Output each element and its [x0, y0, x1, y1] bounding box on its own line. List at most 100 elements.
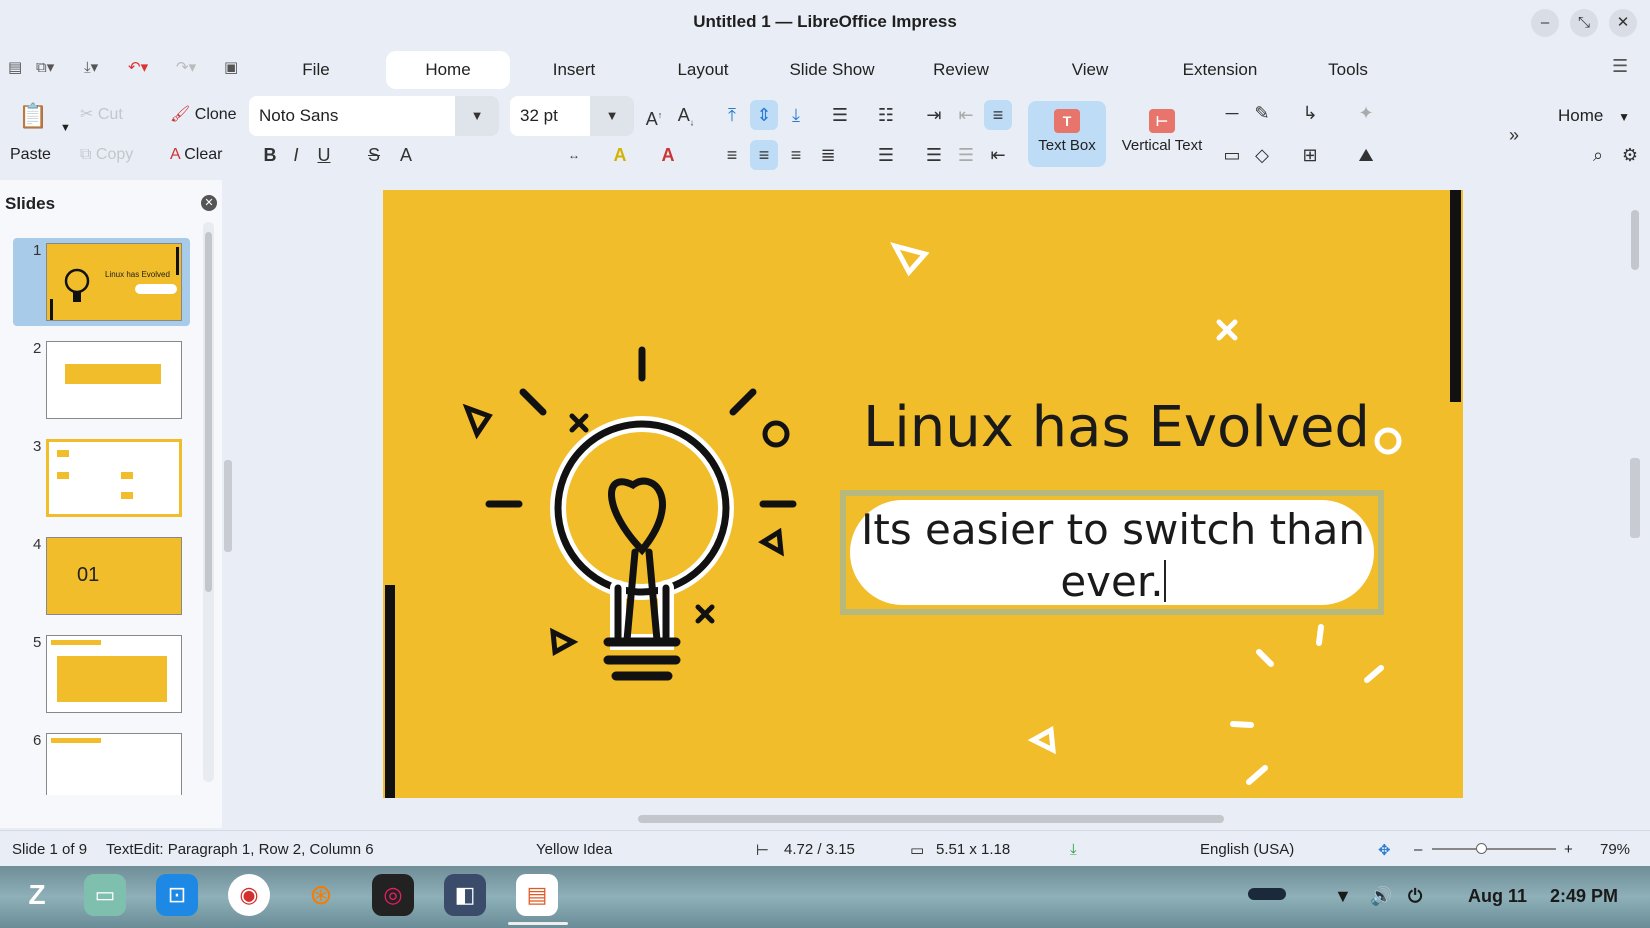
expand-toolbar-icon[interactable]: »: [1500, 120, 1528, 150]
sidebar-splitter[interactable]: [1630, 458, 1640, 538]
slide-thumb-5[interactable]: 5: [13, 630, 190, 718]
volume-icon[interactable]: 🔊: [1370, 886, 1392, 907]
italic-icon[interactable]: I: [282, 140, 310, 170]
clear-button[interactable]: A Clear: [170, 146, 222, 164]
master-slide-name[interactable]: Yellow Idea: [536, 841, 612, 858]
close-icon[interactable]: ✕: [201, 195, 217, 211]
store-app-icon[interactable]: ⊡: [156, 874, 198, 916]
impress-app-icon[interactable]: ▤: [516, 874, 558, 916]
zorin-menu-icon[interactable]: Z: [16, 874, 58, 916]
text-box-button[interactable]: T Text Box: [1028, 101, 1106, 167]
shadow-icon[interactable]: A: [392, 140, 420, 170]
numbering-icon[interactable]: ☷: [872, 100, 900, 130]
diamond-icon[interactable]: ◇: [1248, 140, 1276, 170]
curve-icon[interactable]: ✎: [1248, 98, 1276, 128]
files-app-icon[interactable]: ▭: [84, 874, 126, 916]
blender-app-icon[interactable]: ⊛: [300, 874, 342, 916]
slide-thumb-3[interactable]: 3: [13, 434, 190, 522]
menu-icon[interactable]: ☰: [1612, 56, 1628, 77]
vertical-scrollbar[interactable]: [1628, 180, 1642, 820]
power-icon[interactable]: ⏻: [1408, 886, 1422, 907]
align-right-icon[interactable]: ≡: [782, 140, 810, 170]
align-middle-icon[interactable]: ⇕: [750, 100, 778, 130]
paste-button[interactable]: Paste: [10, 146, 51, 164]
strikethrough-icon[interactable]: S: [360, 140, 388, 170]
slide-thumb-2[interactable]: 2: [13, 336, 190, 424]
wrap-icon[interactable]: ≡: [984, 100, 1012, 130]
close-button[interactable]: ✕: [1609, 9, 1637, 37]
time-label[interactable]: 2:49 PM: [1550, 886, 1618, 907]
wifi-icon[interactable]: ▼: [1334, 886, 1352, 907]
minimize-button[interactable]: –: [1531, 9, 1559, 37]
clone-button[interactable]: 🖌 Clone: [170, 104, 237, 124]
connector-icon[interactable]: ↳: [1296, 98, 1324, 128]
undo-icon[interactable]: ↶▾: [128, 58, 148, 76]
pane-splitter[interactable]: [224, 460, 232, 552]
table-icon[interactable]: ⊞: [1296, 140, 1324, 170]
underline-icon[interactable]: U: [310, 140, 338, 170]
camera-app-icon[interactable]: ◎: [372, 874, 414, 916]
home-dropdown[interactable]: Home ▼: [1558, 106, 1630, 126]
tab-review[interactable]: Review: [922, 51, 1000, 89]
slide-canvas[interactable]: Linux has Evolved Its easier to switch t…: [383, 190, 1463, 798]
justify-icon[interactable]: ≣: [814, 140, 842, 170]
tab-layout[interactable]: Layout: [660, 51, 746, 89]
fit-slide-icon[interactable]: ✥: [1378, 841, 1391, 859]
tab-slide-show[interactable]: Slide Show: [778, 51, 886, 89]
horizontal-scrollbar[interactable]: [638, 815, 1224, 823]
zoom-out-icon[interactable]: –: [1414, 841, 1422, 858]
tab-view[interactable]: View: [1060, 51, 1120, 89]
line-icon[interactable]: ─: [1218, 98, 1246, 128]
zoom-slider[interactable]: [1432, 843, 1556, 854]
presentation-icon[interactable]: ▣: [224, 58, 238, 76]
scrollbar-thumb[interactable]: [1631, 210, 1639, 270]
editor-app-icon[interactable]: ◧: [444, 874, 486, 916]
align-top-icon[interactable]: ⤒: [718, 100, 746, 130]
bullets-icon[interactable]: ☰: [826, 100, 854, 130]
new-document-icon[interactable]: ⧉▾: [36, 58, 54, 76]
tab-insert[interactable]: Insert: [534, 51, 614, 89]
chevron-down-icon[interactable]: ▼: [590, 96, 634, 136]
points-icon[interactable]: ✦: [1352, 98, 1380, 128]
language-status[interactable]: English (USA): [1200, 841, 1294, 858]
slide-thumb-1[interactable]: 1 Linux has Evolved: [13, 238, 190, 326]
chrome-app-icon[interactable]: ◉: [228, 874, 270, 916]
find-icon[interactable]: ⌕: [1584, 140, 1612, 170]
align-bottom-icon[interactable]: ⤓: [782, 100, 810, 130]
vertical-text-button[interactable]: ⊢ Vertical Text: [1112, 101, 1212, 167]
align-center-icon[interactable]: ≡: [750, 140, 778, 170]
font-color-icon[interactable]: A: [654, 140, 682, 170]
zoom-in-icon[interactable]: +: [1564, 841, 1573, 858]
save-icon[interactable]: ⤓▾: [84, 58, 98, 76]
subtitle-text[interactable]: Its easier to switch than ever.: [856, 504, 1370, 608]
line-spacing-icon[interactable]: ☰: [872, 140, 900, 170]
tab-tools[interactable]: Tools: [1318, 51, 1378, 89]
decrease-spacing-icon[interactable]: ☰: [952, 140, 980, 170]
sidebar-toggle-icon[interactable]: ▤: [8, 58, 22, 76]
char-spacing-icon[interactable]: ↔: [560, 140, 588, 170]
slide-thumb-4[interactable]: 4 01: [13, 532, 190, 620]
align-left-icon[interactable]: ≡: [718, 140, 746, 170]
tab-extension[interactable]: Extension: [1170, 51, 1270, 89]
slides-scrollbar[interactable]: [203, 222, 214, 782]
battery-icon[interactable]: [1248, 888, 1286, 900]
direction-icon[interactable]: ⇤: [984, 140, 1012, 170]
indent-icon[interactable]: ⇥: [920, 100, 948, 130]
slide-title[interactable]: Linux has Evolved: [863, 395, 1403, 460]
settings-icon[interactable]: ⚙: [1616, 140, 1644, 170]
redo-icon[interactable]: ↷▾: [176, 58, 196, 76]
subtitle-textbox[interactable]: Its easier to switch than ever.: [840, 490, 1384, 615]
zoom-level[interactable]: 79%: [1600, 841, 1630, 858]
tab-file[interactable]: File: [282, 51, 350, 89]
font-name-combo[interactable]: Noto Sans ▼: [249, 96, 499, 136]
slide-thumb-6[interactable]: 6: [13, 728, 190, 816]
para-spacing-icon[interactable]: ☰: [920, 140, 948, 170]
image-icon[interactable]: ⛰: [1352, 140, 1380, 170]
outdent-icon[interactable]: ⇤: [952, 100, 980, 130]
paste-icon[interactable]: 📋: [18, 102, 48, 131]
paste-dropdown-icon[interactable]: ▼: [60, 122, 71, 134]
highlight-color-icon[interactable]: A: [606, 140, 634, 170]
scrollbar-thumb[interactable]: [205, 232, 212, 592]
date-label[interactable]: Aug 11: [1468, 886, 1527, 907]
shrink-font-icon[interactable]: A↓: [672, 100, 700, 130]
